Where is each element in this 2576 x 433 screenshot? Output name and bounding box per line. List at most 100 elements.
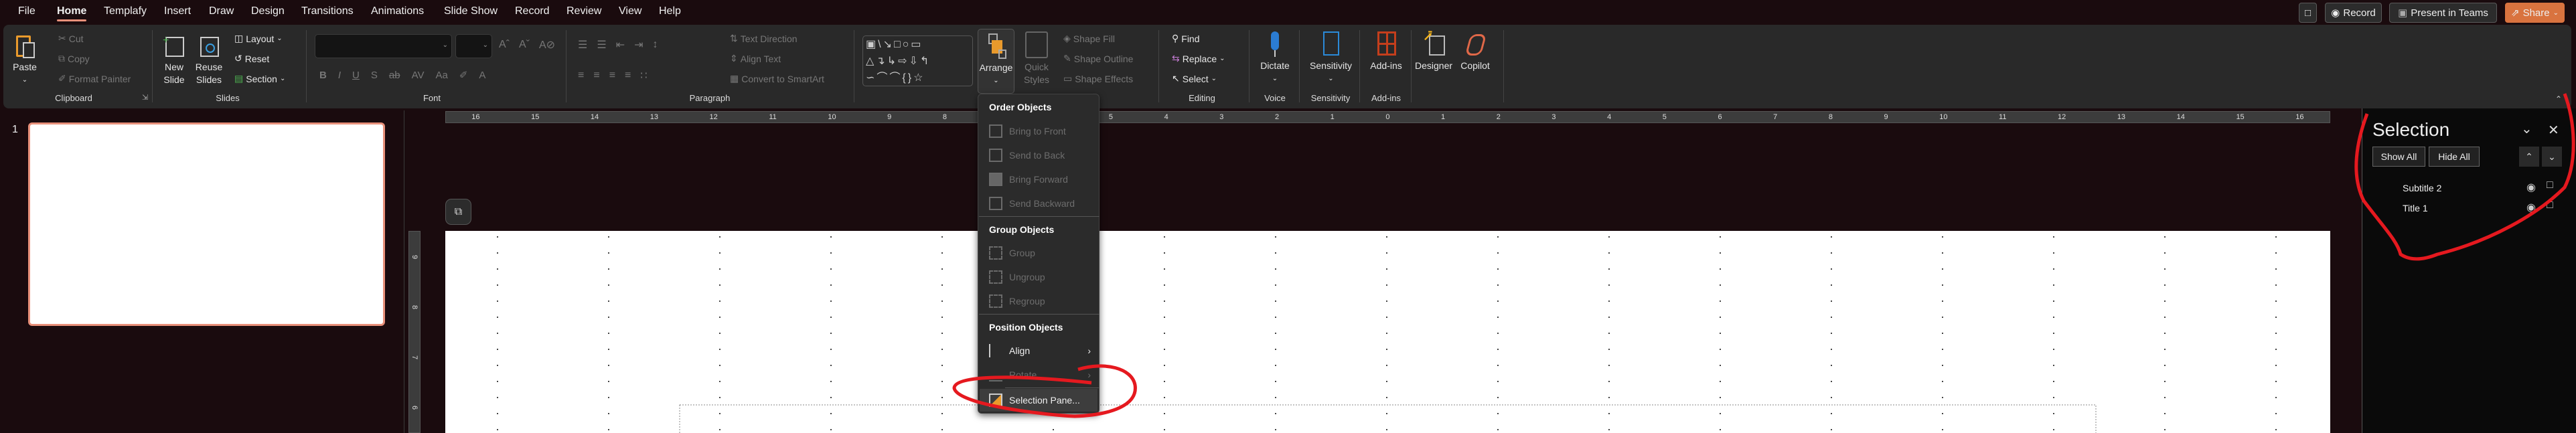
selection-item-title-1[interactable]: Title 1 xyxy=(2403,203,2428,213)
highlight-icon[interactable]: ✐ xyxy=(459,69,468,81)
tab-design[interactable]: Design xyxy=(251,5,285,17)
align-left-icon[interactable]: ≡ xyxy=(578,70,584,82)
menu-item-bring-to-front[interactable]: Bring to Front xyxy=(980,120,1097,143)
menu-item-regroup[interactable]: Regroup xyxy=(980,290,1097,313)
copilot-slide-button[interactable]: ⧉ xyxy=(445,199,471,225)
pane-options-chevron-icon[interactable]: ⌄ xyxy=(2521,120,2532,137)
decrease-indent-icon[interactable]: ⇤ xyxy=(616,38,625,52)
add-ins-button[interactable]: Add-ins xyxy=(1363,30,1410,72)
tab-transitions[interactable]: Transitions xyxy=(301,5,354,17)
unlock-icon[interactable]: □ xyxy=(2547,199,2553,211)
show-all-button[interactable]: Show All xyxy=(2372,147,2425,167)
replace-label: Replace xyxy=(1182,53,1217,64)
tab-record[interactable]: Record xyxy=(515,5,550,17)
line-spacing-icon[interactable]: ↕ xyxy=(653,39,658,51)
sensitivity-button[interactable]: Sensitivity ⌄ xyxy=(1302,30,1359,85)
bold-icon[interactable]: B xyxy=(319,70,327,81)
menu-item-ungroup[interactable]: Ungroup xyxy=(980,266,1097,288)
present-in-teams-button[interactable]: ▣ Present in Teams xyxy=(2389,3,2497,23)
record-button[interactable]: ◉ Record xyxy=(2325,3,2382,23)
slide-canvas[interactable] xyxy=(445,231,2330,433)
alignment-buttons: ≡ ≡ ≡ ≡ ∷ xyxy=(578,69,648,82)
select-button[interactable]: ↖ Select ⌄ xyxy=(1172,73,1217,84)
cut-button[interactable]: ✂ Cut xyxy=(58,33,84,44)
tab-file[interactable]: File xyxy=(18,5,35,17)
section-button[interactable]: ▤ Section ⌄ xyxy=(234,73,285,84)
columns-icon[interactable]: ∷ xyxy=(640,69,647,82)
eye-icon[interactable]: ◉ xyxy=(2526,181,2536,194)
menu-separator xyxy=(1005,387,1099,388)
increase-indent-icon[interactable]: ⇥ xyxy=(634,38,643,52)
underline-icon[interactable]: U xyxy=(352,70,360,81)
format-painter-button[interactable]: ✐ Format Painter xyxy=(58,73,131,84)
reuse-slides-button[interactable]: Reuse Slides xyxy=(194,31,224,86)
strikethrough-icon[interactable]: ab xyxy=(389,70,400,81)
decrease-font-icon[interactable]: Aˇ xyxy=(519,39,530,51)
align-right-icon[interactable]: ≡ xyxy=(609,70,615,82)
collapse-ribbon-icon[interactable]: ⌃ xyxy=(2555,94,2562,104)
italic-icon[interactable]: I xyxy=(338,70,341,81)
shape-fill-button[interactable]: ◈ Shape Fill xyxy=(1063,33,1115,44)
share-button[interactable]: ⇗ Share ⌄ xyxy=(2505,3,2565,23)
unlock-icon[interactable]: □ xyxy=(2547,179,2553,191)
increase-font-icon[interactable]: Aˆ xyxy=(499,39,510,51)
replace-button[interactable]: ⇆ Replace ⌄ xyxy=(1172,53,1225,64)
reset-button[interactable]: ↺ Reset xyxy=(234,53,269,64)
tab-animations[interactable]: Animations xyxy=(371,5,424,17)
tab-view[interactable]: View xyxy=(619,5,641,17)
tab-slide-show[interactable]: Slide Show xyxy=(444,5,498,17)
designer-button[interactable]: ⭷ Designer xyxy=(1413,29,1454,72)
justify-icon[interactable]: ≡ xyxy=(625,70,631,82)
hide-all-button[interactable]: Hide All xyxy=(2429,147,2480,167)
comments-button[interactable]: □ xyxy=(2299,3,2317,23)
tab-help[interactable]: Help xyxy=(659,5,681,17)
send-backward-button[interactable]: ⌄ xyxy=(2542,147,2562,167)
menu-item-bring-forward[interactable]: Bring Forward xyxy=(980,168,1097,191)
new-slide-button[interactable]: + New Slide xyxy=(159,31,189,86)
menu-item-rotate[interactable]: Rotate › xyxy=(980,363,1097,386)
find-button[interactable]: ⚲ Find xyxy=(1172,33,1200,44)
menu-label: Bring Forward xyxy=(1009,174,1068,185)
char-spacing-icon[interactable]: AV xyxy=(412,70,425,81)
menu-item-align[interactable]: Align › xyxy=(980,339,1097,362)
clear-formatting-icon[interactable]: A⊘ xyxy=(539,38,555,52)
shape-outline-button[interactable]: ✎ Shape Outline xyxy=(1063,53,1133,64)
align-center-icon[interactable]: ≡ xyxy=(593,70,599,82)
copy-button[interactable]: ⧉ Copy xyxy=(58,53,90,64)
menu-item-send-backward[interactable]: Send Backward xyxy=(980,192,1097,215)
ruler-label: 0 xyxy=(1385,113,1390,121)
change-case-icon[interactable]: Aa xyxy=(435,70,447,81)
tab-insert[interactable]: Insert xyxy=(164,5,191,17)
shape-effects-button[interactable]: ▭ Shape Effects xyxy=(1063,73,1133,84)
font-size-dropdown[interactable]: ⌄ xyxy=(455,34,492,58)
layout-button[interactable]: ◫ Layout ⌄ xyxy=(234,33,283,44)
font-color-icon[interactable]: A xyxy=(479,70,485,81)
menu-item-group[interactable]: Group xyxy=(980,242,1097,264)
dictate-button[interactable]: Dictate ⌄ xyxy=(1254,30,1296,85)
numbering-icon[interactable]: ☰ xyxy=(597,38,606,52)
menu-item-selection-pane[interactable]: Selection Pane... xyxy=(980,389,1097,412)
convert-smartart-button[interactable]: ▦ Convert to SmartArt xyxy=(730,73,824,84)
shapes-gallery[interactable]: ▣\↘□○▭ △↴↳⇨⇩↰ ∽⌒⌒{}☆ xyxy=(862,35,973,86)
menu-item-send-to-back[interactable]: Send to Back xyxy=(980,144,1097,167)
close-icon[interactable]: ✕ xyxy=(2548,122,2559,139)
dialog-launcher-icon[interactable]: ⇲ xyxy=(142,93,148,102)
tab-templafy[interactable]: Templafy xyxy=(104,5,147,17)
shadow-icon[interactable]: S xyxy=(371,70,378,81)
slide-thumbnail[interactable] xyxy=(28,122,385,326)
copilot-button[interactable]: Copilot xyxy=(1454,30,1496,72)
align-text-button[interactable]: ⇕ Align Text xyxy=(730,53,781,64)
selection-item-subtitle-2[interactable]: Subtitle 2 xyxy=(2403,183,2441,193)
tab-review[interactable]: Review xyxy=(566,5,601,17)
paste-button[interactable]: Paste ⌄ xyxy=(11,31,38,86)
font-name-dropdown[interactable]: ⌄ xyxy=(315,34,452,58)
bullets-icon[interactable]: ☰ xyxy=(578,38,587,52)
tab-draw[interactable]: Draw xyxy=(209,5,234,17)
text-direction-button[interactable]: ⇅ Text Direction xyxy=(730,33,798,44)
bring-forward-button[interactable]: ⌃ xyxy=(2519,147,2539,167)
tab-home[interactable]: Home xyxy=(57,5,87,21)
quick-styles-button[interactable]: Quick Styles xyxy=(1020,31,1053,86)
paste-icon xyxy=(13,31,36,58)
arrange-button[interactable]: Arrange ⌄ xyxy=(978,29,1014,94)
eye-icon[interactable]: ◉ xyxy=(2526,201,2536,214)
